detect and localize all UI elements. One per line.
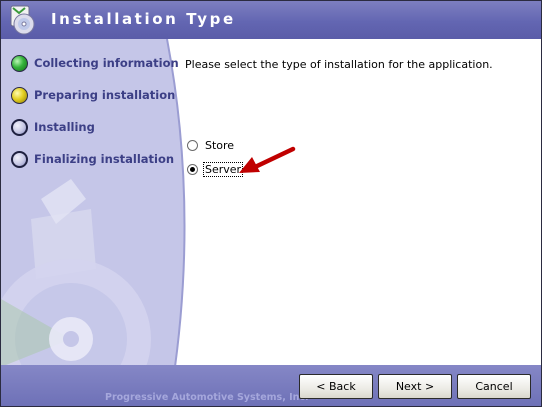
step-finalizing-installation: Finalizing installation (11, 148, 174, 170)
yellow-bullet-icon (11, 86, 28, 104)
installer-disc-icon (10, 5, 35, 35)
store-label[interactable]: Store (204, 139, 235, 152)
green-bullet-icon (11, 54, 28, 72)
cancel-button[interactable]: Cancel (457, 374, 531, 399)
title-bar: Installation Type (1, 1, 541, 39)
empty-bullet-icon (11, 118, 28, 136)
server-radio[interactable] (187, 163, 198, 175)
step-preparing-installation: Preparing installation (11, 84, 175, 106)
server-option[interactable]: Server (187, 161, 244, 177)
step-label: Installing (34, 120, 95, 134)
installer-window: Installation Type Collecting information (0, 0, 542, 407)
empty-bullet-icon (11, 150, 28, 168)
step-label: Finalizing installation (34, 152, 175, 166)
footer-bar: Progressive Automotive Systems, Inc. < B… (1, 365, 541, 406)
step-installing: Installing (11, 116, 95, 138)
sidebar: Collecting information Preparing install… (1, 39, 201, 406)
window-title: Installation Type (51, 10, 236, 28)
company-name: Progressive Automotive Systems, Inc. (105, 392, 309, 403)
step-label: Preparing installation (34, 88, 176, 102)
instruction-text: Please select the type of installation f… (185, 58, 493, 71)
step-collecting-information: Collecting information (11, 52, 179, 74)
store-radio[interactable] (187, 139, 198, 151)
next-button[interactable]: Next > (378, 374, 452, 399)
step-label: Collecting information (34, 56, 179, 70)
content-area: Please select the type of installation f… (185, 39, 541, 365)
red-arrow-icon (239, 146, 296, 173)
store-option[interactable]: Store (187, 137, 235, 153)
back-button[interactable]: < Back (299, 374, 373, 399)
